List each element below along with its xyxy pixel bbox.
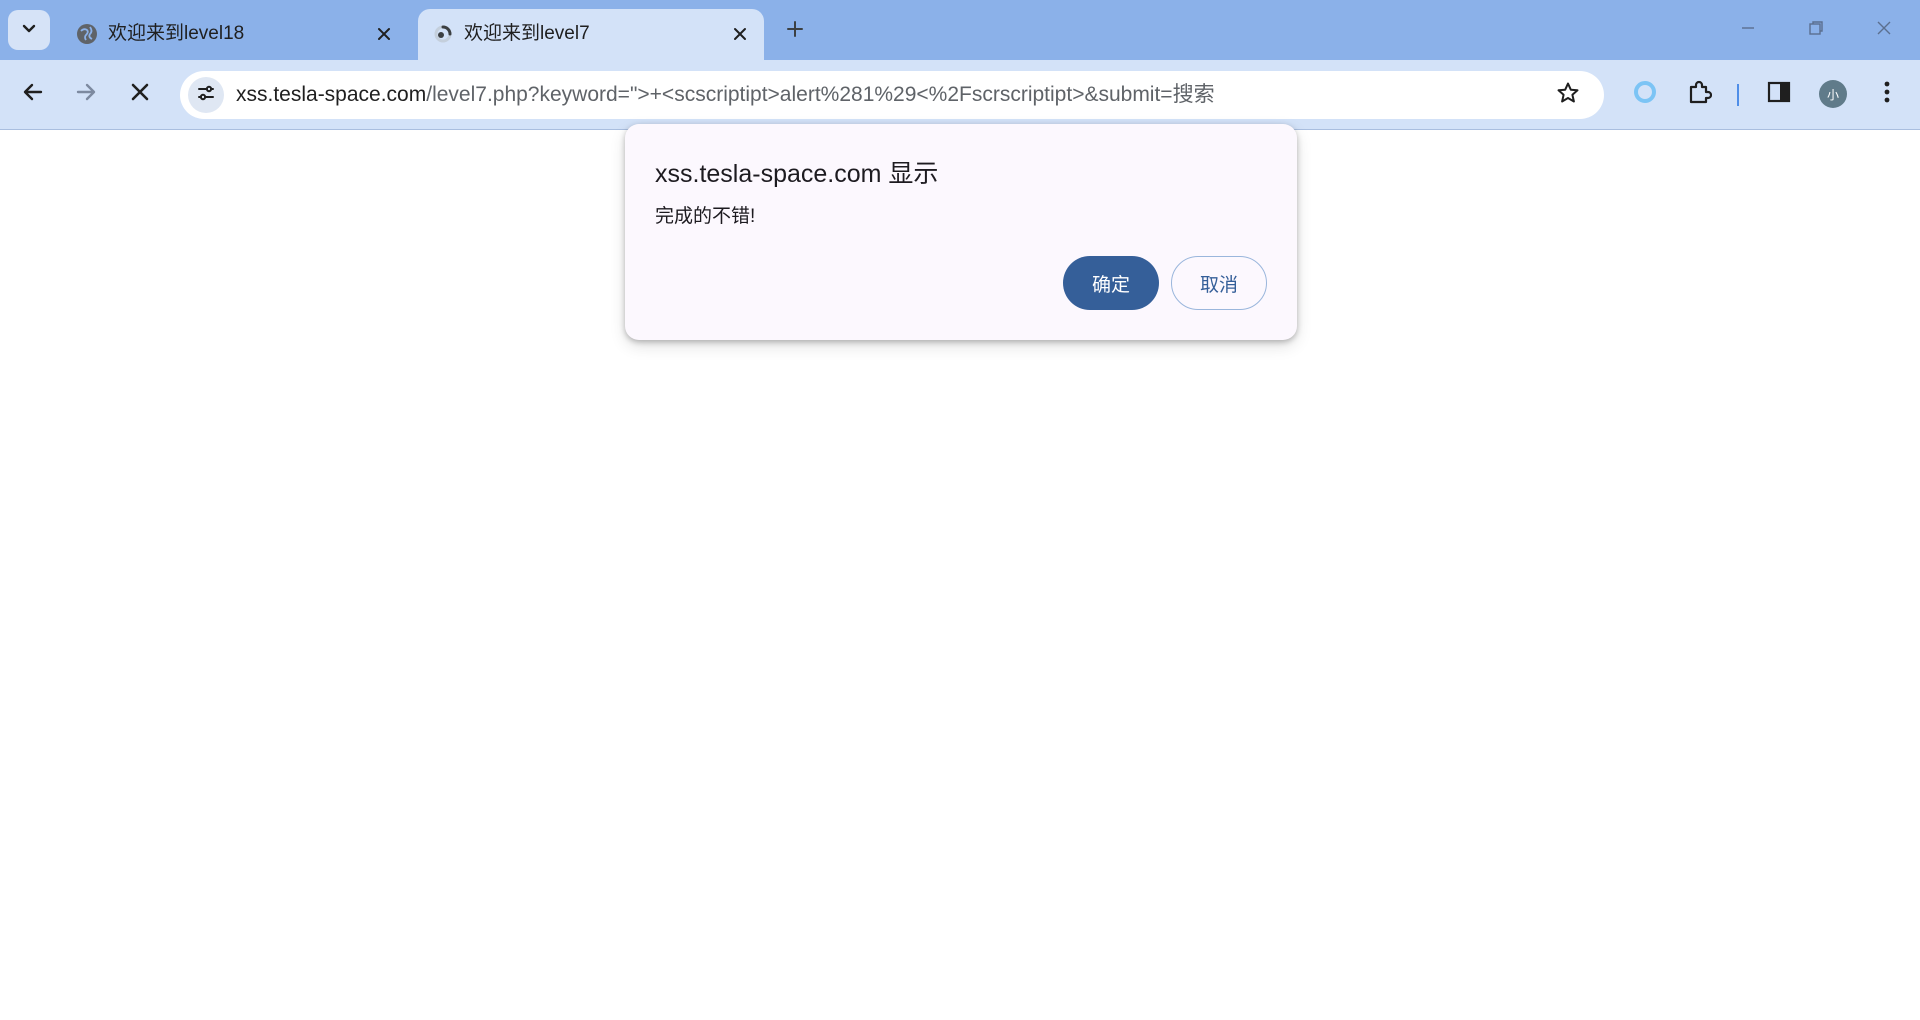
tab-title: 欢迎来到level18 xyxy=(108,23,245,44)
url-path: /level7.php?keyword=">+<scscriptipt>aler… xyxy=(426,83,1215,106)
loading-spinner-icon xyxy=(430,21,456,47)
restore-button[interactable] xyxy=(1794,12,1838,48)
extensions-menu-button[interactable] xyxy=(1679,74,1719,114)
side-panel-button[interactable] xyxy=(1759,74,1799,114)
tab-strip: 欢迎来到level18 欢迎来到level7 xyxy=(0,0,1920,60)
tab-title: 欢迎来到level7 xyxy=(464,23,590,44)
ring-extension-icon xyxy=(1632,79,1658,110)
puzzle-icon xyxy=(1686,79,1713,110)
url-text[interactable]: xss.tesla-space.com/level7.php?keyword="… xyxy=(236,82,1215,108)
close-window-button[interactable] xyxy=(1862,12,1906,48)
browser-toolbar: xss.tesla-space.com/level7.php?keyword="… xyxy=(0,60,1920,130)
more-vertical-icon xyxy=(1883,80,1891,109)
forward-button[interactable] xyxy=(66,74,106,114)
dialog-message: 完成的不错! xyxy=(655,206,756,227)
cancel-button[interactable]: 取消 xyxy=(1171,256,1267,310)
address-bar[interactable]: xss.tesla-space.com/level7.php?keyword="… xyxy=(180,71,1604,119)
arrow-left-icon xyxy=(22,81,44,108)
minimize-button[interactable] xyxy=(1726,12,1770,48)
tab-search-button[interactable] xyxy=(8,10,50,50)
restore-icon xyxy=(1808,20,1824,41)
side-panel-icon xyxy=(1767,80,1791,109)
close-icon[interactable] xyxy=(728,22,752,46)
tune-icon xyxy=(196,83,216,108)
new-tab-button[interactable] xyxy=(778,14,812,48)
dialog-title: xss.tesla-space.com 显示 xyxy=(655,160,939,188)
stop-loading-button[interactable] xyxy=(120,74,160,114)
plus-icon xyxy=(786,20,804,43)
bookmark-star-button[interactable] xyxy=(1554,81,1582,109)
globe-icon xyxy=(74,21,100,47)
arrow-right-icon xyxy=(75,81,97,108)
toolbar-divider xyxy=(1737,84,1739,106)
tab-level7[interactable]: 欢迎来到level7 xyxy=(418,9,764,60)
site-info-button[interactable] xyxy=(188,77,224,113)
tab-level18[interactable]: 欢迎来到level18 xyxy=(62,9,408,60)
ok-button[interactable]: 确定 xyxy=(1063,256,1159,310)
close-icon xyxy=(130,82,150,107)
profile-button[interactable]: 小 xyxy=(1813,74,1853,114)
close-icon[interactable] xyxy=(372,22,396,46)
star-icon xyxy=(1556,81,1580,110)
url-host: xss.tesla-space.com xyxy=(236,83,427,106)
avatar: 小 xyxy=(1819,80,1847,108)
close-icon xyxy=(1876,20,1892,41)
browser-menu-button[interactable] xyxy=(1867,74,1907,114)
back-button[interactable] xyxy=(13,74,53,114)
extension-button[interactable] xyxy=(1625,74,1665,114)
chevron-down-icon xyxy=(20,19,38,42)
alert-dialog: xss.tesla-space.com 显示 完成的不错! 确定 取消 xyxy=(625,124,1297,340)
minimize-icon xyxy=(1740,20,1756,41)
